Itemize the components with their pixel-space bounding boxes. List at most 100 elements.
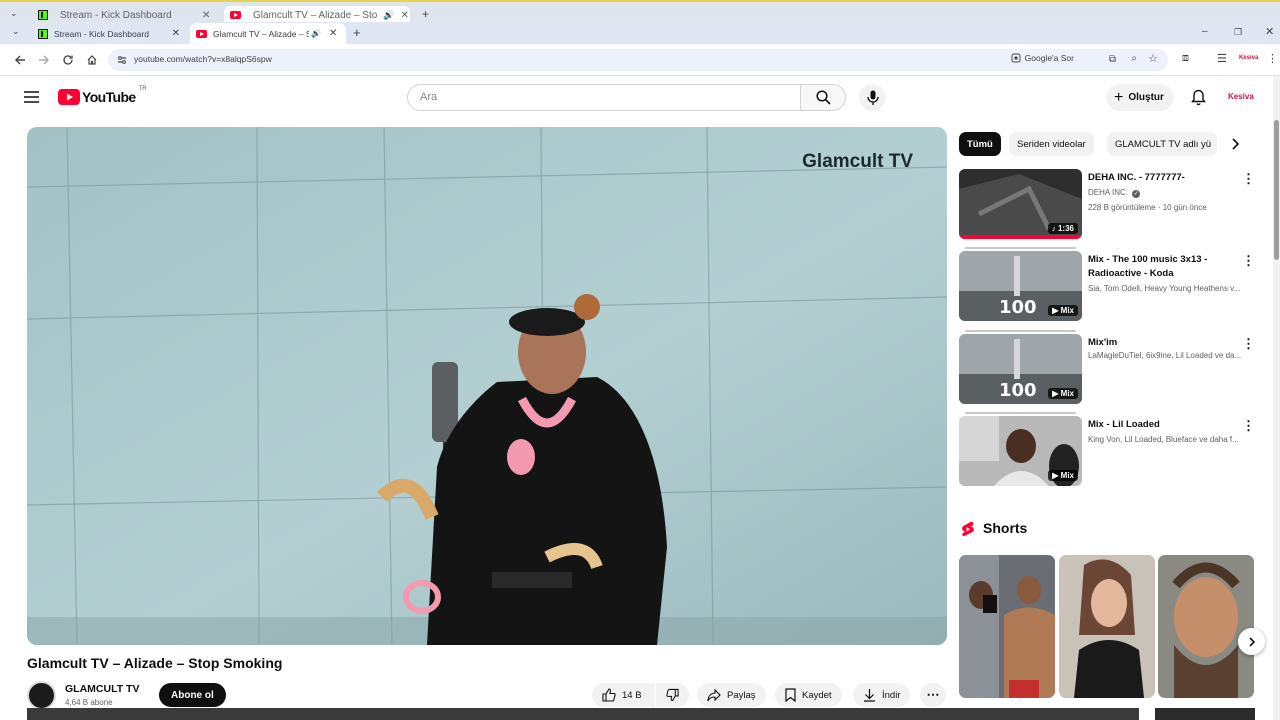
chip-next-icon[interactable]: [1229, 136, 1241, 152]
chip-channel[interactable]: GLAMCULT TV adlı yü: [1107, 132, 1217, 156]
thumbs-down-icon: [666, 688, 679, 702]
search-button[interactable]: [800, 84, 846, 111]
chip-series[interactable]: Seriden videolar: [1009, 132, 1094, 156]
zoom-icon[interactable]: ⌕: [1131, 53, 1137, 64]
like-button[interactable]: 14 B: [592, 683, 655, 707]
close-icon[interactable]: ✕: [401, 10, 409, 21]
channel-avatar[interactable]: [27, 681, 56, 710]
window-close-icon[interactable]: ✕: [1265, 25, 1274, 38]
share-button[interactable]: Paylaş: [697, 683, 766, 707]
create-button[interactable]: + Oluştur: [1106, 84, 1174, 111]
tab-kick-dashboard[interactable]: Stream - Kick Dashboard ✕: [32, 23, 188, 44]
save-button[interactable]: Kaydet: [775, 683, 842, 707]
more-actions-icon[interactable]: ⋯: [920, 683, 946, 707]
mix-badge: ▶ Mix: [1048, 388, 1078, 399]
video-thumbnail[interactable]: ▶ Mix: [959, 416, 1082, 486]
search-input[interactable]: [420, 91, 780, 103]
video-title[interactable]: Mix'im: [1088, 336, 1258, 350]
channel-name[interactable]: GLAMCULT TV: [65, 683, 139, 695]
extensions-icon[interactable]: ⧈: [1182, 52, 1189, 65]
video-title[interactable]: Mix - Lil Loaded: [1088, 418, 1258, 432]
home-icon[interactable]: [84, 52, 100, 68]
tab-title: Glamcult TV – Alizade – Sto: [213, 28, 309, 39]
recommendation-item[interactable]: 100 ▶ Mix Mix - The 100 music 3x13 - Rad…: [959, 247, 1269, 323]
recommendation-item[interactable]: ♪ 1:36 DEHA INC. - 7777777- DEHA INC. ✓ …: [959, 169, 1269, 241]
profile-icon[interactable]: Kesiva: [1239, 55, 1258, 61]
browser-toolbar: youtube.com/watch?v=x8alqpS6spw Google'a…: [0, 44, 1280, 76]
close-icon[interactable]: ✕: [329, 28, 337, 39]
back-icon[interactable]: [12, 52, 28, 68]
restore-icon[interactable]: ❐: [1234, 27, 1242, 38]
video-player[interactable]: Glamcult TV: [27, 127, 947, 645]
speaker-icon[interactable]: 🔊: [383, 10, 394, 21]
minimize-icon[interactable]: –: [1202, 26, 1208, 37]
outer-tab-title: Glamcult TV – Alizade – Sto: [253, 9, 378, 21]
bookmark-icon: [785, 688, 796, 702]
tab-search-icon[interactable]: ⌄: [12, 26, 20, 37]
shorts-icon: [961, 521, 975, 537]
reload-icon[interactable]: [60, 52, 76, 68]
duration-badge: ♪ 1:36: [1047, 223, 1078, 234]
bookmark-star-icon[interactable]: ☆: [1148, 52, 1158, 65]
video-thumbnail[interactable]: 100 ▶ Mix: [959, 251, 1082, 321]
account-avatar[interactable]: Kesiva: [1228, 92, 1254, 101]
channel-name: King Von, Lil Loaded, Blueface ve daha f…: [1088, 435, 1239, 444]
new-tab-icon[interactable]: +: [422, 7, 429, 21]
svg-text:100: 100: [999, 380, 1037, 401]
youtube-header: YouTube TR + Oluştur Kesiva: [0, 76, 1280, 120]
search-icon: [815, 90, 831, 105]
mix-stack-line: [965, 247, 1076, 249]
shorts-next-button[interactable]: [1238, 628, 1265, 655]
close-icon[interactable]: ✕: [172, 28, 180, 39]
speaker-icon[interactable]: 🔊: [311, 29, 321, 38]
download-icon: [864, 689, 875, 702]
address-bar[interactable]: youtube.com/watch?v=x8alqpS6spw Google'a…: [108, 49, 1168, 71]
kick-icon: [38, 10, 48, 20]
scrollbar-thumb[interactable]: [1274, 120, 1279, 260]
channel-name: Sia, Tom Odell, Heavy Young Heathens v..…: [1088, 284, 1241, 293]
share-label: Paylaş: [727, 689, 756, 701]
ask-google-button[interactable]: Google'a Sor: [1011, 53, 1074, 63]
mix-badge: ▶ Mix: [1048, 470, 1078, 481]
short-thumbnail[interactable]: [1059, 555, 1155, 698]
more-options-icon[interactable]: ⋮: [1242, 336, 1255, 352]
subscribe-button[interactable]: Abone ol: [159, 683, 226, 707]
browser-menu-icon[interactable]: ⋮: [1267, 52, 1278, 65]
forward-icon[interactable]: [36, 52, 52, 68]
site-info-icon[interactable]: [117, 55, 127, 65]
dislike-button[interactable]: [656, 683, 689, 707]
youtube-play-icon: [58, 89, 80, 105]
short-thumbnail[interactable]: [1158, 555, 1254, 698]
hamburger-menu-icon[interactable]: [24, 91, 39, 103]
below-fold-strip: [27, 708, 1139, 720]
mix-stack-line: [965, 330, 1076, 332]
tab-list-icon[interactable]: ⌄: [10, 8, 18, 19]
search-box[interactable]: [407, 84, 801, 111]
more-options-icon[interactable]: ⋮: [1242, 171, 1255, 187]
chip-all[interactable]: Tümü: [959, 132, 1001, 156]
video-title[interactable]: Mix - The 100 music 3x13 - Radioactive -…: [1088, 253, 1258, 281]
download-button[interactable]: İndir: [853, 683, 911, 707]
voice-search-button[interactable]: [859, 84, 886, 111]
tab-strip: ⌄ Stream - Kick Dashboard ✕ Glamcult TV …: [0, 22, 1280, 44]
more-options-icon[interactable]: ⋮: [1242, 418, 1255, 434]
tab-youtube[interactable]: Glamcult TV – Alizade – Sto 🔊 ✕: [190, 23, 346, 44]
plus-icon: +: [1114, 88, 1124, 106]
recommendation-item[interactable]: 100 ▶ Mix Mix'im LaMagleDuTiel, 6ix9ine,…: [959, 330, 1269, 406]
notifications-bell-icon[interactable]: [1191, 89, 1206, 106]
video-thumbnail[interactable]: ♪ 1:36: [959, 169, 1082, 239]
reading-list-icon[interactable]: ☰: [1217, 52, 1227, 65]
video-thumbnail[interactable]: 100 ▶ Mix: [959, 334, 1082, 404]
video-title[interactable]: DEHA INC. - 7777777-: [1088, 171, 1258, 185]
save-label: Kaydet: [802, 689, 832, 701]
recommendation-item[interactable]: ▶ Mix Mix - Lil Loaded King Von, Lil Loa…: [959, 412, 1269, 488]
install-icon[interactable]: ⧉: [1109, 54, 1116, 65]
new-tab-icon[interactable]: +: [353, 25, 361, 40]
short-thumbnail[interactable]: [959, 555, 1055, 698]
like-count: 14 B: [622, 689, 642, 701]
kick-icon: [38, 28, 48, 39]
youtube-logo[interactable]: YouTube TR: [58, 86, 147, 105]
close-icon[interactable]: ✕: [202, 10, 210, 21]
tab-title: Stream - Kick Dashboard: [54, 28, 149, 39]
more-options-icon[interactable]: ⋮: [1242, 253, 1255, 269]
